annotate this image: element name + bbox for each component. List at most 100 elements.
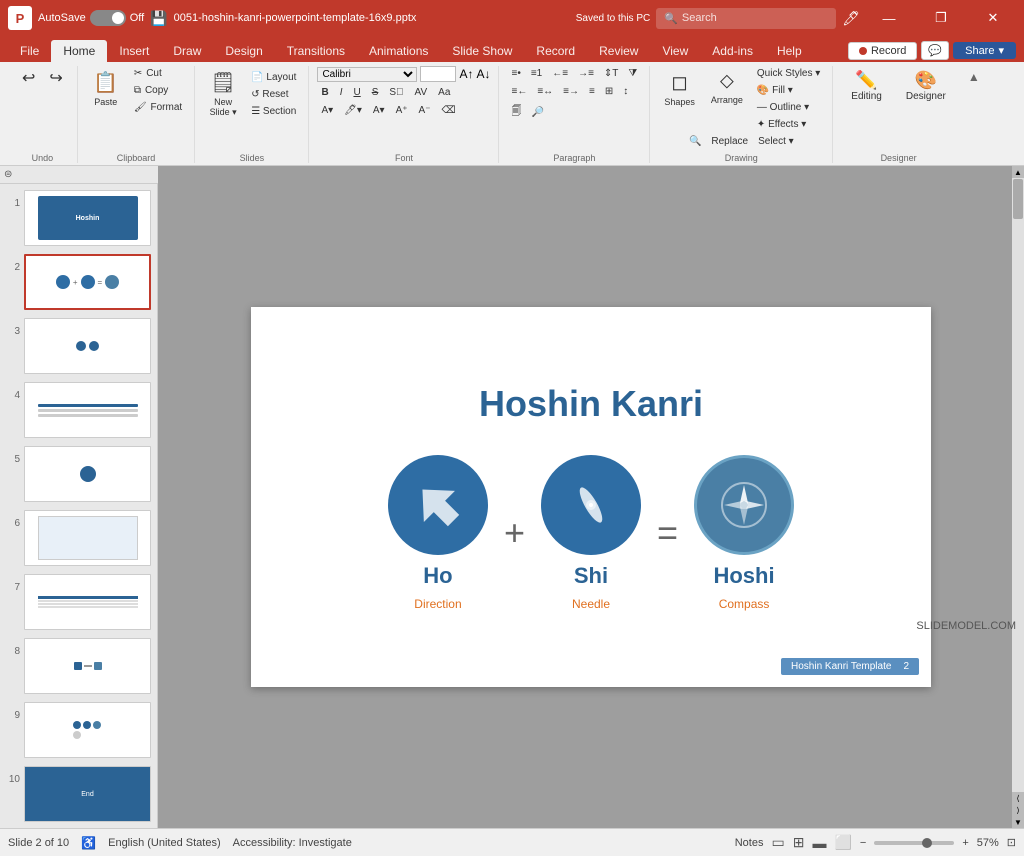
- undo-button[interactable]: ↩: [16, 66, 41, 90]
- search-box[interactable]: 🔍: [656, 8, 836, 29]
- increase-indent-button[interactable]: →≡: [574, 66, 598, 81]
- numbering-button[interactable]: ≡1: [527, 66, 546, 81]
- justify-button[interactable]: ≡: [585, 84, 599, 99]
- scroll-down-button[interactable]: ▼: [1012, 816, 1024, 828]
- zoom-level[interactable]: 57%: [977, 837, 999, 849]
- fit-to-window-button[interactable]: ⊡: [1007, 836, 1016, 849]
- line-spacing-button[interactable]: ↕: [619, 84, 632, 99]
- shrink-font-button[interactable]: A⁻: [415, 103, 435, 118]
- font-size-up-icon[interactable]: A↑: [459, 67, 473, 81]
- close-button[interactable]: ✕: [970, 0, 1016, 36]
- slide-thumb-8[interactable]: 8: [4, 636, 153, 696]
- columns-button[interactable]: ⊞: [601, 84, 617, 99]
- slide-thumb-7[interactable]: 7: [4, 572, 153, 632]
- font-size-input[interactable]: 48: [420, 66, 456, 82]
- shape-effects-button[interactable]: ✦ Effects ▾: [753, 117, 824, 132]
- tab-transitions[interactable]: Transitions: [275, 40, 357, 62]
- slide-thumb-2[interactable]: 2 + =: [4, 252, 153, 312]
- font-color-button[interactable]: A▾: [317, 103, 337, 118]
- zoom-slider[interactable]: [874, 841, 954, 845]
- shape-outline-button[interactable]: — Outline ▾: [753, 100, 824, 115]
- cut-button[interactable]: ✂ Cut: [130, 66, 186, 81]
- slide-thumb-9[interactable]: 9: [4, 700, 153, 760]
- tab-slideshow[interactable]: Slide Show: [440, 40, 524, 62]
- bullets-button[interactable]: ≡•: [507, 66, 524, 81]
- find-button[interactable]: 🔍: [685, 134, 705, 149]
- convert-to-smartart-button[interactable]: ⧩: [624, 66, 641, 81]
- slide-thumb-6[interactable]: 6: [4, 508, 153, 568]
- slide-thumb-4[interactable]: 4: [4, 380, 153, 440]
- scroll-thumb[interactable]: [1013, 179, 1023, 219]
- decrease-indent-button[interactable]: ←≡: [548, 66, 572, 81]
- text-box-button[interactable]: 🗐: [507, 102, 525, 123]
- share-button[interactable]: Share ▾: [953, 42, 1016, 59]
- tab-file[interactable]: File: [8, 40, 51, 62]
- editing-button[interactable]: ✏️ Editing: [841, 66, 892, 106]
- vertical-scrollbar[interactable]: ▲ ⟨ ⟩ ▼: [1012, 166, 1024, 828]
- collapse-ribbon-button[interactable]: ▲: [968, 70, 980, 84]
- slide-thumb-5[interactable]: 5: [4, 444, 153, 504]
- restore-button[interactable]: ❐: [918, 0, 964, 36]
- scroll-down-btn-1[interactable]: ⟨: [1012, 792, 1024, 804]
- arrange-button[interactable]: ⬦ Arrange: [705, 66, 749, 132]
- presenter-view-button[interactable]: ⬜: [834, 834, 851, 851]
- clear-format-button[interactable]: ⌫: [437, 103, 459, 118]
- search-input[interactable]: [682, 12, 822, 24]
- tab-insert[interactable]: Insert: [107, 40, 161, 62]
- scroll-up-button[interactable]: ▲: [1012, 166, 1024, 178]
- minimize-button[interactable]: —: [866, 0, 912, 36]
- reading-view-button[interactable]: ▬: [812, 835, 826, 851]
- strikethrough-button[interactable]: S: [368, 85, 383, 100]
- zoom-out-button[interactable]: −: [860, 837, 866, 849]
- align-left-button[interactable]: ≡←: [507, 84, 531, 99]
- tab-draw[interactable]: Draw: [161, 40, 213, 62]
- shape-fill-button[interactable]: 🎨 Fill ▾: [753, 83, 824, 98]
- pen-icon[interactable]: 🖊: [842, 10, 860, 27]
- notes-button[interactable]: Notes: [735, 837, 764, 849]
- bold-button[interactable]: B: [317, 85, 332, 100]
- tab-record[interactable]: Record: [524, 40, 587, 62]
- slide-sorter-button[interactable]: ⊞: [793, 834, 805, 851]
- font-family-select[interactable]: Calibri: [317, 67, 417, 82]
- normal-view-button[interactable]: ▭: [771, 834, 784, 851]
- tab-animations[interactable]: Animations: [357, 40, 440, 62]
- tab-addins[interactable]: Add-ins: [700, 40, 765, 62]
- select-button[interactable]: Select ▾: [754, 134, 798, 149]
- align-center-button[interactable]: ≡↔: [533, 84, 557, 99]
- quick-styles-button[interactable]: Quick Styles ▾: [753, 66, 824, 81]
- reset-button[interactable]: ↺ Reset: [247, 87, 300, 102]
- tab-home[interactable]: Home: [51, 40, 107, 62]
- comment-button[interactable]: 💬: [921, 41, 949, 60]
- font-size-down-icon[interactable]: A↓: [476, 67, 490, 81]
- align-right-button[interactable]: ≡→: [559, 84, 583, 99]
- zoom-in-button[interactable]: +: [962, 837, 968, 849]
- autosave-toggle[interactable]: [90, 10, 126, 26]
- slide-thumb-1[interactable]: 1 Hoshin: [4, 188, 153, 248]
- slide-thumb-3[interactable]: 3: [4, 316, 153, 376]
- font-size-sm-button[interactable]: A▾: [369, 103, 389, 118]
- new-slide-button[interactable]: 🗒 New Slide ▾: [203, 66, 243, 122]
- underline-button[interactable]: U: [349, 85, 364, 100]
- tab-review[interactable]: Review: [587, 40, 650, 62]
- shapes-button[interactable]: ◻ Shapes: [658, 66, 701, 132]
- text-case-button[interactable]: Aa: [434, 85, 454, 100]
- designer-button[interactable]: 🎨 Designer: [896, 66, 956, 106]
- char-spacing-button[interactable]: AV: [411, 85, 432, 100]
- grow-font-button[interactable]: A⁺: [392, 103, 412, 118]
- replace-button[interactable]: Replace: [707, 134, 752, 149]
- slide-thumb-10[interactable]: 10 End: [4, 764, 153, 824]
- smart-lookup-button[interactable]: 🔎: [527, 102, 547, 123]
- section-button[interactable]: ☰ Section: [247, 104, 300, 119]
- tab-design[interactable]: Design: [213, 40, 274, 62]
- italic-button[interactable]: I: [336, 85, 347, 100]
- tab-view[interactable]: View: [650, 40, 700, 62]
- text-shadow-button[interactable]: S⃞: [385, 85, 407, 100]
- format-painter-button[interactable]: 🖌 Format: [130, 100, 186, 115]
- scroll-down-btn-2[interactable]: ⟩: [1012, 804, 1024, 816]
- layout-button[interactable]: 📄 Layout: [247, 70, 300, 85]
- highlight-button[interactable]: 🖊▾: [340, 103, 366, 118]
- text-direction-button[interactable]: ⇕T: [600, 66, 623, 81]
- tab-help[interactable]: Help: [765, 40, 814, 62]
- redo-button[interactable]: ↪: [43, 66, 68, 90]
- copy-button[interactable]: ⧉ Copy: [130, 83, 186, 98]
